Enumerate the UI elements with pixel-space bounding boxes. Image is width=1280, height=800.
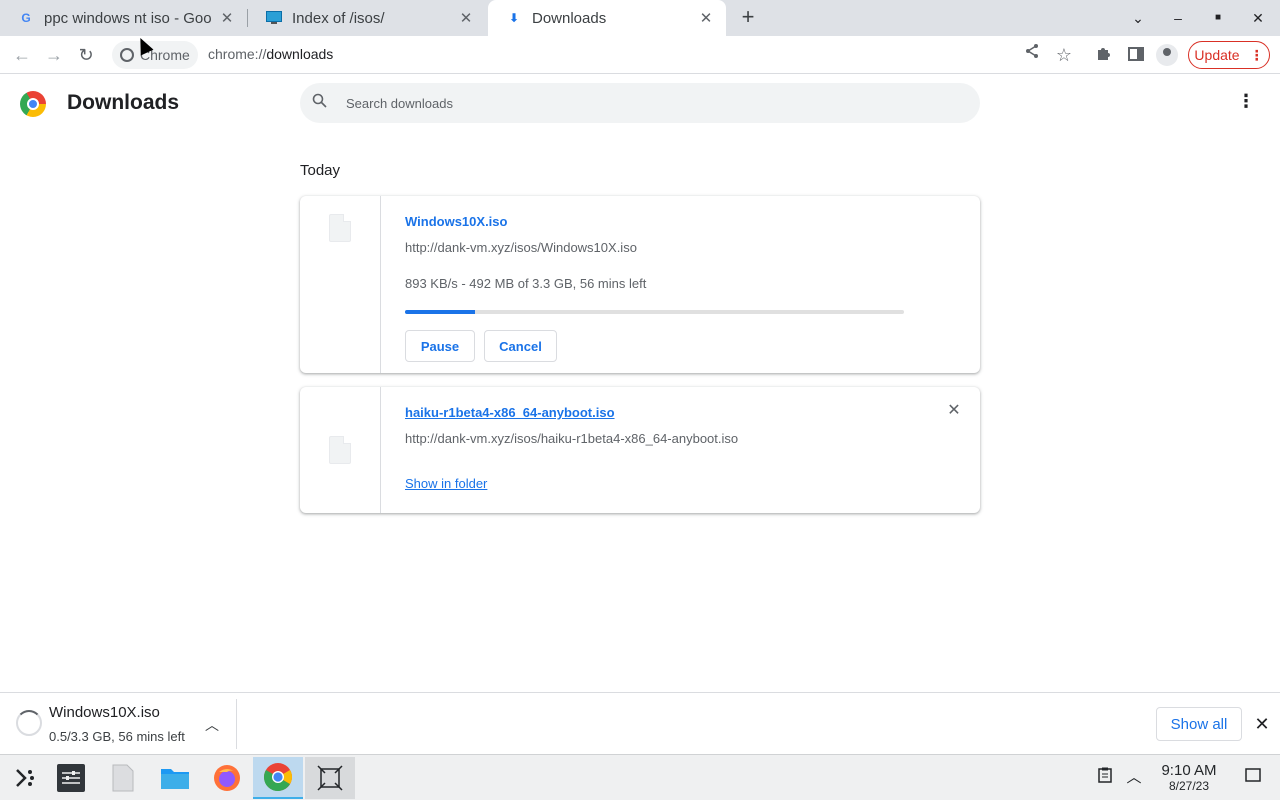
show-desktop-icon[interactable] [1242, 767, 1264, 789]
file-icon [329, 436, 351, 464]
file-manager-folder-icon[interactable] [150, 757, 200, 799]
tab-title: Index of /isos/ [292, 9, 385, 27]
url-scheme: chrome:// [208, 46, 267, 62]
download-progress-ring-icon [16, 710, 42, 736]
search-box[interactable] [300, 83, 980, 123]
download-item-haiku: haiku-r1beta4-x86_64-anyboot.iso http://… [300, 387, 980, 513]
file-name: Windows10X.iso [405, 214, 508, 229]
shelf-file-status: 0.5/3.3 GB, 56 mins left [49, 729, 185, 744]
monitor-icon [266, 10, 282, 26]
screenshot-tool-icon[interactable] [305, 757, 355, 799]
more-actions-kebab-icon[interactable]: ⋮ [1236, 91, 1256, 115]
minimize-icon[interactable]: – [1166, 6, 1190, 30]
file-url[interactable]: http://dank-vm.xyz/isos/haiku-r1beta4-x8… [405, 431, 738, 446]
new-tab-button[interactable]: + [736, 6, 760, 30]
chrome-logo-icon [20, 91, 46, 117]
close-tab-icon[interactable]: ✕ [458, 9, 474, 27]
chrome-outline-icon [120, 48, 134, 62]
address-bar[interactable]: chrome://downloads [208, 46, 333, 62]
tab-downloads[interactable]: ⬇ Downloads ✕ [488, 0, 726, 36]
system-settings-icon[interactable] [46, 757, 96, 799]
download-status: 893 KB/s - 492 MB of 3.3 GB, 56 mins lef… [405, 276, 647, 291]
update-label: Update [1194, 47, 1240, 63]
file-icon [329, 214, 351, 242]
side-panel-icon[interactable] [1124, 43, 1148, 67]
update-button[interactable]: Update ⋮ [1188, 41, 1270, 69]
kebab-menu-icon: ⋮ [1249, 46, 1264, 63]
os-taskbar: ︿ 9:10 AM 8/27/23 [0, 754, 1280, 800]
download-item-windows10x: Windows10X.iso http://dank-vm.xyz/isos/W… [300, 196, 980, 373]
close-window-icon[interactable]: ✕ [1246, 6, 1270, 30]
tab-search-chevron-icon[interactable]: ⌄ [1126, 6, 1150, 30]
download-arrow-icon: ⬇ [508, 11, 520, 25]
tab-index-isos[interactable]: Index of /isos/ ✕ [248, 0, 486, 36]
progress-fill [405, 310, 475, 314]
tab-strip: G ppc windows nt iso - Goo ✕ Index of /i… [0, 0, 1280, 36]
share-icon[interactable] [1020, 43, 1044, 67]
page-title: Downloads [67, 91, 180, 114]
pause-button[interactable]: Pause [405, 330, 475, 362]
progress-bar [405, 310, 904, 314]
date-section-label: Today [300, 162, 341, 179]
shelf-file-name[interactable]: Windows10X.iso [49, 704, 160, 721]
downloads-header: Downloads ⋮ [0, 75, 1280, 131]
file-icon-column [300, 387, 381, 513]
search-input[interactable] [346, 95, 946, 111]
close-tab-icon[interactable]: ✕ [698, 9, 714, 27]
show-all-button[interactable]: Show all [1156, 707, 1242, 741]
close-shelf-icon[interactable]: ✕ [1252, 714, 1272, 735]
firefox-icon[interactable] [202, 757, 252, 799]
search-icon [312, 93, 332, 113]
bookmark-star-icon[interactable]: ☆ [1052, 43, 1076, 67]
text-file-icon[interactable] [98, 757, 148, 799]
file-icon-column [300, 196, 381, 373]
download-shelf: Windows10X.iso 0.5/3.3 GB, 56 mins left … [0, 692, 1280, 754]
back-arrow-icon[interactable]: ← [10, 43, 34, 67]
clipboard-icon[interactable] [1094, 767, 1116, 789]
reload-icon[interactable]: ↻ [74, 43, 98, 67]
tab-title: ppc windows nt iso - Goo [44, 9, 212, 27]
browser-toolbar: ← → ↻ Chrome chrome://downloads ☆ Update… [0, 36, 1280, 74]
app-launcher-icon[interactable] [0, 757, 50, 799]
chevron-up-icon[interactable]: ︿ [204, 715, 220, 735]
url-host: downloads [266, 46, 334, 62]
clock[interactable]: 9:10 AM 8/27/23 [1150, 762, 1228, 794]
tab-title: Downloads [532, 9, 607, 27]
shelf-divider [236, 699, 237, 749]
profile-avatar-icon[interactable] [1156, 44, 1178, 66]
forward-arrow-icon[interactable]: → [42, 43, 66, 67]
clock-time: 9:10 AM [1161, 762, 1217, 779]
tab-google-search[interactable]: G ppc windows nt iso - Goo ✕ [0, 0, 247, 36]
show-in-folder-link[interactable]: Show in folder [405, 476, 487, 491]
chrome-taskbar-icon[interactable] [253, 757, 303, 799]
file-name-link[interactable]: haiku-r1beta4-x86_64-anyboot.iso [405, 405, 615, 420]
file-url[interactable]: http://dank-vm.xyz/isos/Windows10X.iso [405, 240, 637, 255]
remove-item-close-icon[interactable]: ✕ [946, 403, 962, 419]
site-info-chip[interactable]: Chrome [112, 41, 198, 69]
google-g-icon: G [21, 11, 31, 25]
clock-date: 8/27/23 [1168, 779, 1210, 793]
close-tab-icon[interactable]: ✕ [219, 9, 235, 27]
cancel-button[interactable]: Cancel [484, 330, 557, 362]
system-tray-chevron-up-icon[interactable]: ︿ [1123, 767, 1145, 789]
maximize-icon[interactable]: ■ [1206, 6, 1230, 30]
extensions-puzzle-icon[interactable] [1092, 43, 1116, 67]
